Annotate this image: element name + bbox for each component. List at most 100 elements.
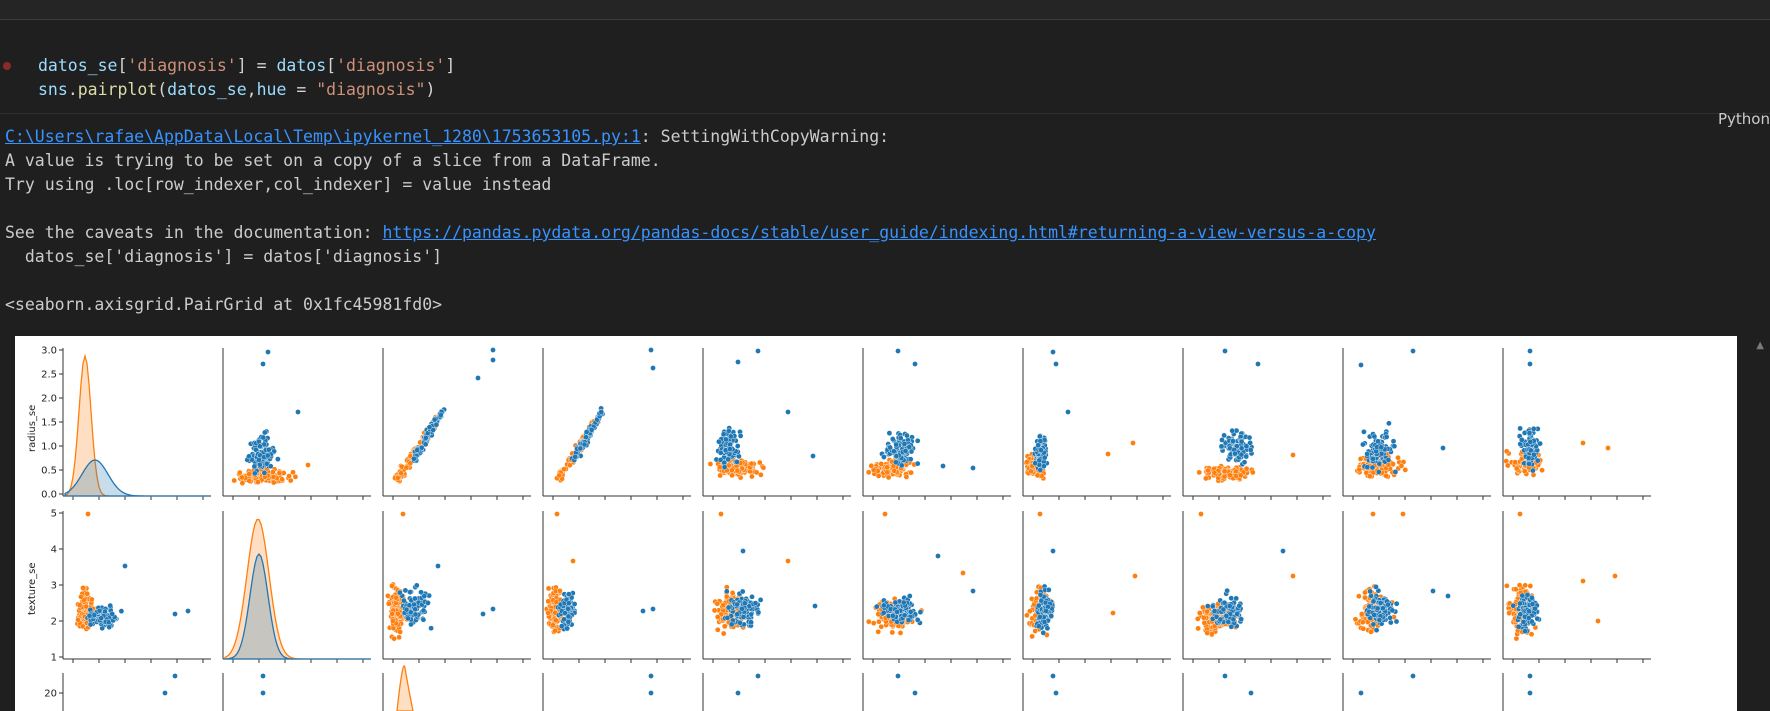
ytick-label: 3 (51, 581, 57, 592)
pairplot-svg: radius_se 3.0 2.5 2.0 1.5 1.0 0.5 0.0 texture_se… (27, 346, 1651, 711)
point-malignant (1228, 595, 1234, 602)
point-malignant (257, 443, 263, 450)
point-malignant (422, 441, 429, 448)
point-benign (567, 462, 573, 468)
point-benign (556, 472, 563, 479)
point-malignant (1209, 603, 1216, 610)
point-malignant (1534, 457, 1541, 464)
point-benign (707, 461, 714, 467)
point-benign (292, 473, 299, 480)
point-malignant (263, 460, 270, 467)
point-malignant (757, 597, 764, 603)
point-benign (570, 558, 576, 564)
point-malignant (1255, 361, 1261, 367)
point-benign (1522, 582, 1528, 589)
point-malignant (435, 563, 441, 569)
ytick-label: 1 (51, 653, 57, 664)
point-malignant (810, 453, 816, 459)
point-malignant (1229, 427, 1235, 434)
point-malignant (1387, 614, 1393, 621)
point-malignant (895, 673, 901, 679)
point-benign (748, 460, 755, 467)
point-benign (391, 635, 397, 642)
point-benign (1517, 511, 1523, 517)
point-benign (734, 467, 741, 474)
code-editor[interactable]: datos_se['diagnosis'] = datos['diagnosis… (38, 54, 455, 102)
point-benign (1521, 468, 1528, 474)
scroll-up-icon[interactable]: ▲ (1756, 340, 1764, 351)
point-benign (1357, 456, 1364, 462)
point-benign (1580, 440, 1586, 446)
point-benign (390, 618, 396, 624)
point-malignant (1050, 548, 1056, 554)
point-malignant (91, 612, 98, 618)
point-malignant (588, 427, 595, 433)
breakpoint-icon[interactable] (3, 62, 11, 70)
point-malignant (1519, 437, 1525, 443)
point-benign (286, 473, 292, 479)
ytick-label: 20 (44, 689, 57, 700)
point-benign (75, 617, 81, 623)
point-malignant (728, 621, 735, 628)
point-malignant (1527, 690, 1533, 696)
point-malignant (1223, 613, 1230, 619)
point-malignant (1376, 460, 1383, 467)
point-malignant (260, 690, 266, 696)
point-malignant (734, 601, 741, 608)
point-malignant (412, 595, 418, 602)
point-benign (714, 614, 721, 620)
point-malignant (1376, 469, 1382, 475)
point-benign (400, 511, 406, 517)
point-benign (557, 588, 563, 594)
point-benign (1290, 573, 1296, 579)
point-malignant (1037, 591, 1044, 598)
point-malignant (185, 608, 191, 614)
point-malignant (246, 453, 252, 460)
point-benign (1110, 610, 1116, 616)
point-malignant (109, 611, 115, 617)
warning-file-link[interactable]: C:\Users\rafae\AppData\Local\Temp\ipyker… (5, 127, 641, 146)
point-benign (385, 600, 392, 607)
point-benign (720, 630, 727, 637)
point-malignant (889, 612, 896, 619)
point-malignant (970, 588, 976, 594)
point-malignant (420, 616, 427, 623)
point-malignant (1032, 460, 1039, 466)
point-malignant (1222, 348, 1228, 354)
point-benign (76, 602, 83, 609)
point-malignant (1532, 605, 1538, 612)
point-malignant (1065, 409, 1071, 415)
point-malignant (1525, 455, 1532, 461)
point-malignant (1377, 600, 1384, 606)
code-cell[interactable]: datos_se['diagnosis'] = datos['diagnosis… (0, 20, 1770, 128)
language-label[interactable]: Python (1718, 110, 1770, 128)
ytick-label: 2 (51, 617, 57, 628)
point-benign (1032, 628, 1039, 634)
point-malignant (1510, 602, 1516, 609)
point-malignant (421, 593, 428, 599)
point-malignant (1373, 627, 1380, 633)
point-malignant (723, 436, 729, 443)
point-malignant (172, 673, 178, 679)
point-benign (758, 471, 764, 478)
point-malignant (1358, 362, 1364, 368)
point-malignant (1410, 348, 1416, 354)
point-malignant (906, 444, 913, 450)
point-malignant (426, 424, 433, 430)
point-malignant (1527, 673, 1533, 679)
doc-link[interactable]: https://pandas.pydata.org/pandas-docs/st… (383, 223, 1376, 242)
point-benign (1402, 467, 1409, 473)
point-malignant (1040, 629, 1047, 636)
point-benign (1211, 469, 1218, 476)
point-benign (1205, 467, 1211, 474)
point-malignant (1238, 616, 1244, 623)
point-malignant (295, 409, 301, 415)
point-malignant (1222, 673, 1228, 679)
point-malignant (914, 460, 921, 467)
point-malignant (162, 690, 168, 696)
point-malignant (1364, 464, 1371, 470)
point-malignant (1410, 673, 1416, 679)
point-malignant (1445, 593, 1451, 599)
point-benign (255, 479, 261, 485)
point-benign (394, 475, 401, 481)
